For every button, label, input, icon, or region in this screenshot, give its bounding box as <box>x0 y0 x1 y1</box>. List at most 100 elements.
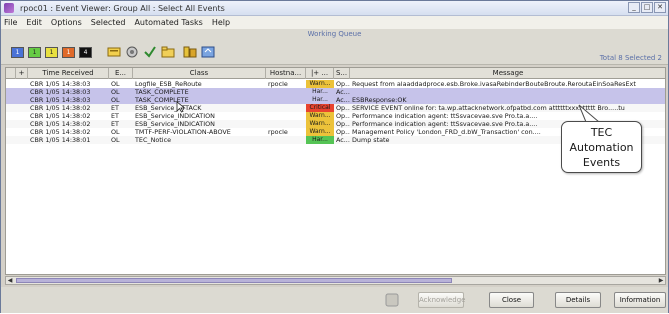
header-status[interactable]: S... <box>334 68 350 79</box>
close-window-button[interactable]: ✕ <box>654 2 666 13</box>
menu-selected[interactable]: Selected <box>91 18 126 27</box>
window-title: rpoc01 : Event Viewer: Group All : Selec… <box>20 3 225 13</box>
cell-host <box>266 120 306 128</box>
acknowledge-icon[interactable] <box>143 45 157 59</box>
cell-host <box>266 104 306 112</box>
cell-msg <box>350 88 665 96</box>
severity-filter-black[interactable]: 4 <box>79 47 92 58</box>
details-button[interactable]: Details <box>555 292 601 308</box>
cell-st: Op... <box>336 120 350 128</box>
header-class[interactable]: Class <box>133 68 266 79</box>
task-icon[interactable] <box>183 45 197 59</box>
cell-time: CBR 1/05 14:38:03 <box>30 88 91 96</box>
header-hostname[interactable]: Hostna... <box>266 68 306 79</box>
minimize-button[interactable]: _ <box>628 2 640 13</box>
title-bar: rpoc01 : Event Viewer: Group All : Selec… <box>1 1 668 16</box>
cell-time: CBR 1/05 14:38:02 <box>30 120 91 128</box>
menu-file[interactable]: File <box>4 18 17 27</box>
cell-time: CBR 1/05 14:38:03 <box>30 96 91 104</box>
close-button[interactable]: Close <box>489 292 534 308</box>
cell-st: Ac... <box>336 136 350 144</box>
menu-automated-tasks[interactable]: Automated Tasks <box>134 18 202 27</box>
table-header: + Time Received E... Class Hostna... |+ … <box>6 68 665 79</box>
cell-cls: ESB_Service_INDICATION <box>135 112 215 120</box>
cell-sev: Warn... <box>306 112 334 120</box>
menu-bar: File Edit Options Selected Automated Tas… <box>1 16 668 29</box>
header-select-column[interactable] <box>6 68 16 79</box>
header-e[interactable]: E... <box>109 68 133 79</box>
severity-filter-blue[interactable]: 1 <box>11 47 24 58</box>
table-row[interactable]: CBR 1/05 14:38:03 OL Logfile_ESB_ReRoute rp… <box>6 80 665 88</box>
event-totals: Total 8 Selected 2 <box>599 54 662 62</box>
cell-e: OL <box>111 96 120 104</box>
acknowledge-button[interactable]: Acknowledge <box>418 292 465 308</box>
close-event-icon[interactable] <box>161 45 175 59</box>
callout-annotation: TEC Automation Events <box>561 121 642 173</box>
cell-sev: Har... <box>312 96 328 103</box>
callout-line-3: Events <box>582 156 621 169</box>
cell-cls: TASK_COMPLETE <box>135 96 189 104</box>
button-bar: Acknowledge Close Details Information <box>1 287 668 313</box>
scrollbar-thumb[interactable] <box>16 278 452 283</box>
severity-filter-green[interactable]: 1 <box>28 47 41 58</box>
table-row[interactable]: CBR 1/05 14:38:02 ET ESB_Service_INDICATIO… <box>6 112 665 120</box>
header-severity[interactable]: |+ ... <box>306 68 334 79</box>
cell-st: Op... <box>336 104 350 112</box>
cell-sev: Warn... <box>306 120 334 128</box>
mouse-cursor-icon <box>176 101 186 113</box>
severity-filter-yellow[interactable]: 1 <box>45 47 58 58</box>
filter-icon[interactable] <box>107 45 121 59</box>
cell-sev: Critical <box>306 104 334 112</box>
cell-cls: ESB_Service_INDICATION <box>135 120 215 128</box>
toolbar: Working Queue 1 1 1 1 4 Total 8 Selected… <box>1 29 668 65</box>
header-expand[interactable]: + <box>16 68 28 79</box>
app-icon <box>4 3 14 13</box>
cell-host <box>266 112 306 120</box>
cell-e: ET <box>111 112 119 120</box>
cell-msg: Performance indication agent: ttSsvaceva… <box>352 112 538 120</box>
event-viewer-window: rpoc01 : Event Viewer: Group All : Selec… <box>0 0 669 313</box>
cell-st: Op... <box>336 112 350 120</box>
header-time-received[interactable]: Time Received <box>28 68 109 79</box>
cell-msg: ESBResponse:OK <box>352 96 407 104</box>
cell-st: Op... <box>336 128 350 136</box>
configure-icon[interactable] <box>125 45 139 59</box>
table-row[interactable]: CBR 1/05 14:38:03 OL TASK_COMPLETE Har... Ac… <box>6 88 665 96</box>
callout-line-2: Automation <box>569 141 634 154</box>
cell-host: rpocle <box>268 80 288 88</box>
menu-edit[interactable]: Edit <box>26 18 42 27</box>
information-button[interactable]: Information <box>614 292 666 308</box>
table-row[interactable]: CBR 1/05 14:38:03 OL TASK_COMPLETE Har... Ac… <box>6 96 665 104</box>
cell-st: Ac... <box>336 96 350 104</box>
severity-filter-orange[interactable]: 1 <box>62 47 75 58</box>
cell-time: CBR 1/05 14:38:02 <box>30 128 91 136</box>
working-queue-label: Working Queue <box>307 30 362 38</box>
cell-time: CBR 1/05 14:38:02 <box>30 112 91 120</box>
refresh-icon[interactable] <box>201 45 215 59</box>
cell-e: ET <box>111 120 119 128</box>
status-icon <box>385 293 399 307</box>
cell-cls: ESB_Service_ATTACK <box>135 104 202 112</box>
table-row[interactable]: CBR 1/05 14:38:02 ET ESB_Service_ATTACK Cri… <box>6 104 665 112</box>
cell-sev: Warn... <box>306 80 334 88</box>
scroll-left-icon[interactable]: ◀ <box>6 277 14 284</box>
cell-e: OL <box>111 80 120 88</box>
cell-e: ET <box>111 104 119 112</box>
cell-host: rpocle <box>268 128 288 136</box>
horizontal-scrollbar[interactable]: ◀ ▶ <box>5 276 666 285</box>
cell-cls: Logfile_ESB_ReRoute <box>135 80 202 88</box>
cell-time: CBR 1/05 14:38:01 <box>30 136 91 144</box>
menu-help[interactable]: Help <box>212 18 230 27</box>
cell-cls: TASK_COMPLETE <box>135 88 189 96</box>
cell-e: OL <box>111 128 120 136</box>
window-controls: _ □ ✕ <box>628 2 666 13</box>
cell-msg: Request from alaaddadproce.esb.Broke.iva… <box>352 80 636 88</box>
cell-time: CBR 1/05 14:38:03 <box>30 80 91 88</box>
cell-host <box>266 88 306 96</box>
cell-time: CBR 1/05 14:38:02 <box>30 104 91 112</box>
header-message[interactable]: Message <box>350 68 665 79</box>
menu-options[interactable]: Options <box>51 18 82 27</box>
scroll-right-icon[interactable]: ▶ <box>657 277 665 284</box>
maximize-button[interactable]: □ <box>641 2 653 13</box>
cell-sev: Har... <box>312 88 328 95</box>
